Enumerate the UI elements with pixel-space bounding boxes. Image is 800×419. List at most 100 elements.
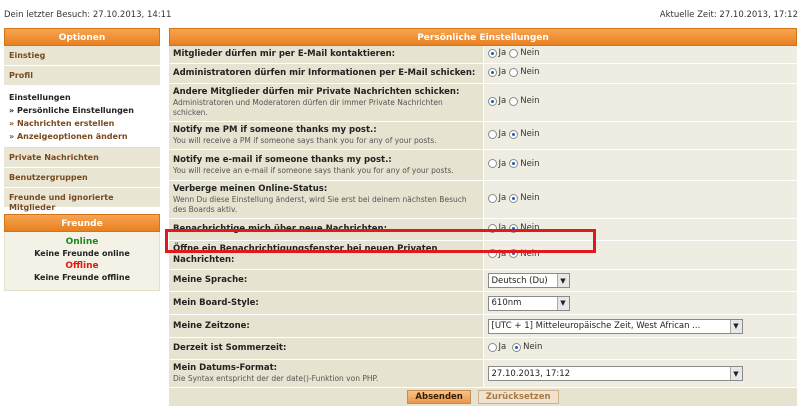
sidebar-item-friends-foes[interactable]: Freunde und ignorierte Mitglieder	[4, 188, 160, 212]
setting-description: You will receive an e-mail if someone sa…	[173, 165, 454, 175]
dateformat-description: Die Syntax entspricht der der date()-Fun…	[173, 374, 379, 383]
friends-panel: Freunde Online Keine Freunde online Offl…	[4, 214, 160, 291]
button-row: Absenden Zurücksetzen	[169, 388, 797, 406]
setting-yes-radio[interactable]: Ja	[487, 159, 506, 169]
setting-yes-radio[interactable]: Ja	[487, 48, 506, 58]
setting-yes-radio[interactable]: Ja	[487, 96, 506, 106]
setting-label: Administratoren dürfen mir Informationen…	[173, 68, 476, 78]
language-select[interactable]: Deutsch (Du) ▼	[487, 273, 570, 288]
setting-description: You will receive a PM if someone says th…	[173, 136, 437, 145]
timezone-select-value: [UTC + 1] Mitteleuropäische Zeit, West A…	[491, 321, 701, 331]
style-select[interactable]: 610nm ▼	[487, 295, 570, 311]
setting-no-radio[interactable]: Nein	[509, 193, 540, 203]
radio-checked-icon	[509, 159, 519, 169]
setting-yes-radio[interactable]: Ja	[487, 223, 506, 233]
style-select-value: 610nm	[491, 298, 522, 308]
friends-offline-none: Keine Freunde offline	[33, 273, 131, 282]
setting-no-radio[interactable]: Nein	[509, 249, 540, 259]
language-select-value: Deutsch (Du)	[491, 275, 548, 286]
radio-checked-icon	[509, 129, 519, 139]
radio-icon	[487, 159, 497, 169]
sidebar-item-settings[interactable]: Einstellungen	[9, 92, 155, 104]
radio-icon	[509, 67, 519, 77]
top-bar: Dein letzter Besuch: 27.10.2013, 14:11 A…	[0, 0, 800, 26]
setting-description: Administratoren und Moderatoren dürfen d…	[173, 98, 443, 117]
table-row: Notify me e-mail if someone thanks my po…	[169, 149, 797, 181]
sidebar-item-personal-settings[interactable]: » Persönliche Einstellungen	[9, 104, 155, 117]
dst-no-radio[interactable]: Nein	[512, 342, 542, 352]
sidebar-item-profile[interactable]: Profil	[4, 66, 160, 86]
table-row: Benachrichtige mich über neue Nachrichte…	[169, 218, 797, 241]
dateformat-label: Mein Datums-Format:	[173, 363, 278, 373]
radio-checked-icon	[487, 48, 497, 58]
table-row: Öffne ein Benachrichtigungsfenster bei n…	[169, 240, 797, 270]
current-time-text: Aktuelle Zeit: 27.10.2013, 17:12	[659, 10, 798, 20]
setting-no-radio[interactable]: Nein	[509, 129, 540, 139]
radio-icon	[487, 223, 497, 233]
setting-yes-radio[interactable]: Ja	[487, 193, 506, 203]
setting-yes-radio[interactable]: Ja	[487, 129, 506, 139]
sidebar-title: Optionen	[4, 28, 160, 46]
radio-checked-icon	[509, 249, 519, 259]
settings-panel: Persönliche Einstellungen Mitglieder dür…	[169, 28, 797, 406]
radio-checked-icon	[512, 342, 522, 352]
setting-no-radio[interactable]: Nein	[509, 67, 540, 77]
radio-icon	[509, 96, 519, 106]
table-row: Mein Board-Style: 610nm ▼	[169, 291, 797, 315]
friends-offline-heading: Offline	[65, 261, 99, 271]
table-row: Administratoren dürfen mir Informationen…	[169, 63, 797, 84]
setting-no-radio[interactable]: Nein	[509, 96, 540, 106]
reset-button[interactable]: Zurücksetzen	[477, 390, 559, 404]
chevron-down-icon: ▼	[556, 274, 569, 287]
setting-no-radio[interactable]: Nein	[509, 159, 540, 169]
radio-checked-icon	[487, 67, 497, 77]
sidebar-item-usergroups[interactable]: Benutzergruppen	[4, 168, 160, 188]
setting-no-radio[interactable]: Nein	[509, 223, 540, 233]
sidebar-item-private-messages[interactable]: Private Nachrichten	[4, 148, 160, 168]
setting-label: Öffne ein Benachrichtigungsfenster bei n…	[173, 244, 438, 265]
setting-no-radio[interactable]: Nein	[509, 48, 540, 58]
friends-online-none: Keine Freunde online	[34, 249, 130, 258]
last-visit-text: Dein letzter Besuch: 27.10.2013, 14:11	[4, 10, 172, 20]
friends-body: Online Keine Freunde online Offline Kein…	[4, 232, 160, 291]
setting-label: Notify me PM if someone thanks my post.:	[173, 125, 377, 135]
timezone-label: Meine Zeitzone:	[173, 320, 250, 331]
dateformat-select[interactable]: 27.10.2013, 17:12 ▼	[487, 366, 743, 381]
sidebar-group-settings: Einstellungen » Persönliche Einstellunge…	[4, 86, 160, 148]
setting-label: Mitglieder dürfen mir per E-Mail kontakt…	[173, 49, 396, 59]
chevron-down-icon: ▼	[556, 296, 569, 310]
language-label: Meine Sprache:	[173, 275, 248, 285]
table-row: Meine Sprache: Deutsch (Du) ▼	[169, 269, 797, 292]
table-row: Notify me PM if someone thanks my post.:…	[169, 121, 797, 150]
radio-icon	[509, 48, 519, 58]
style-label: Mein Board-Style:	[173, 297, 259, 308]
table-row: Mitglieder dürfen mir per E-Mail kontakt…	[169, 46, 797, 64]
setting-yes-radio[interactable]: Ja	[487, 249, 506, 259]
radio-checked-icon	[487, 96, 497, 106]
setting-label: Verberge meinen Online-Status:	[173, 184, 328, 194]
setting-yes-radio[interactable]: Ja	[487, 67, 506, 77]
radio-checked-icon	[509, 223, 519, 233]
radio-icon	[487, 249, 497, 259]
table-row: Mein Datums-Format: Die Syntax entsprich…	[169, 359, 797, 388]
setting-label: Notify me e-mail if someone thanks my po…	[173, 154, 392, 165]
table-row: Andere Mitglieder dürfen mir Private Nac…	[169, 83, 797, 122]
dst-label: Derzeit ist Sommerzeit:	[173, 343, 287, 353]
table-row: Derzeit ist Sommerzeit: Ja Nein	[169, 337, 797, 360]
settings-table: Mitglieder dürfen mir per E-Mail kontakt…	[169, 46, 797, 388]
sidebar-item-compose-settings[interactable]: » Nachrichten erstellen	[9, 117, 155, 130]
chevron-down-icon: ▼	[729, 319, 742, 333]
table-row: Meine Zeitzone: [UTC + 1] Mitteleuropäis…	[169, 314, 797, 338]
chevron-down-icon: ▼	[729, 367, 742, 380]
sidebar-item-start[interactable]: Einstieg	[4, 46, 160, 66]
radio-checked-icon	[509, 193, 519, 203]
timezone-select[interactable]: [UTC + 1] Mitteleuropäische Zeit, West A…	[487, 318, 743, 334]
friends-online-heading: Online	[65, 237, 99, 247]
dst-yes-radio[interactable]: Ja	[487, 342, 506, 352]
settings-title: Persönliche Einstellungen	[169, 28, 797, 46]
sidebar-item-display-settings[interactable]: » Anzeigeoptionen ändern	[9, 130, 155, 143]
sidebar: Optionen Einstieg Profil Einstellungen »…	[4, 28, 160, 291]
radio-icon	[487, 193, 497, 203]
setting-description: Wenn Du diese Einstellung änderst, wird …	[173, 195, 467, 214]
submit-button[interactable]: Absenden	[407, 390, 471, 404]
